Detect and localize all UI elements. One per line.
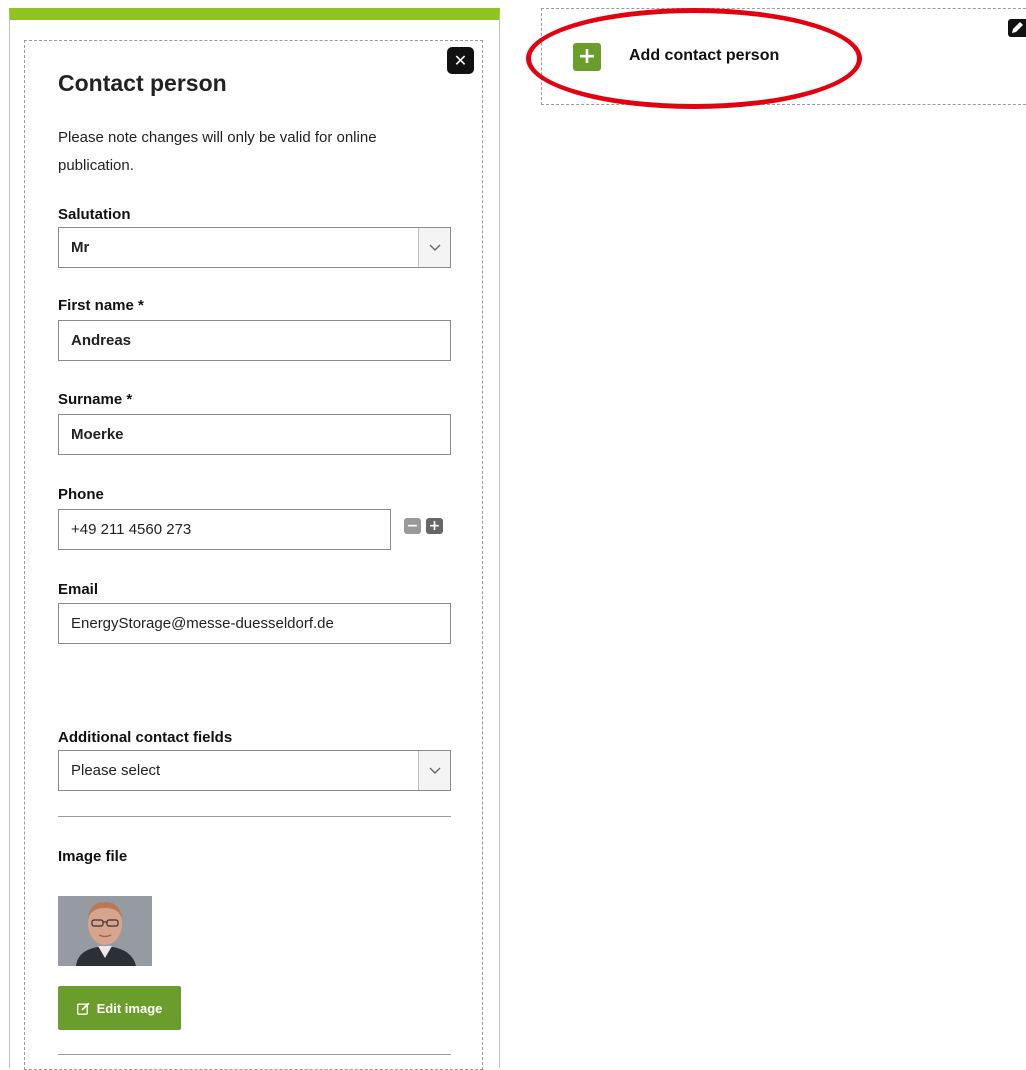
remove-phone-button[interactable]: − bbox=[404, 518, 421, 534]
image-file-label: Image file bbox=[58, 848, 128, 865]
surname-field[interactable] bbox=[58, 414, 451, 455]
first-name-label: First name * bbox=[58, 297, 144, 314]
section-divider bbox=[58, 1054, 451, 1055]
salutation-label: Salutation bbox=[58, 206, 131, 223]
plus-icon: + bbox=[428, 518, 441, 534]
close-icon: ✕ bbox=[453, 50, 468, 70]
additional-fields-value: Please select bbox=[71, 762, 161, 779]
edit-icon bbox=[76, 1002, 90, 1015]
chevron-down-icon bbox=[418, 751, 450, 790]
section-divider bbox=[58, 816, 451, 817]
add-phone-button[interactable]: + bbox=[426, 518, 443, 534]
add-contact-icon[interactable]: + bbox=[573, 43, 601, 71]
plus-icon: + bbox=[577, 44, 597, 69]
additional-fields-select[interactable]: Please select bbox=[58, 750, 451, 791]
page-title: Contact person bbox=[58, 70, 227, 96]
add-contact-person-link[interactable]: Add contact person bbox=[629, 47, 779, 65]
chevron-down-icon bbox=[418, 228, 450, 267]
publication-note: Please note changes will only be valid f… bbox=[58, 129, 377, 174]
avatar bbox=[58, 896, 152, 966]
email-field[interactable] bbox=[58, 603, 451, 644]
phone-field[interactable] bbox=[58, 509, 391, 550]
edit-contact-button[interactable] bbox=[1008, 19, 1026, 37]
close-button[interactable]: ✕ bbox=[447, 47, 474, 74]
salutation-select[interactable]: Mr bbox=[58, 227, 451, 268]
edit-image-button[interactable]: Edit image bbox=[58, 986, 181, 1030]
surname-label: Surname * bbox=[58, 391, 133, 408]
additional-fields-label: Additional contact fields bbox=[58, 729, 233, 746]
phone-label: Phone bbox=[58, 486, 104, 503]
minus-icon: − bbox=[406, 518, 419, 534]
edit-image-label: Edit image bbox=[96, 1000, 163, 1016]
email-label: Email bbox=[58, 581, 99, 598]
add-contact-box bbox=[541, 8, 1026, 105]
first-name-field[interactable] bbox=[58, 320, 451, 361]
salutation-value: Mr bbox=[71, 239, 90, 256]
pencil-icon bbox=[1012, 22, 1023, 33]
